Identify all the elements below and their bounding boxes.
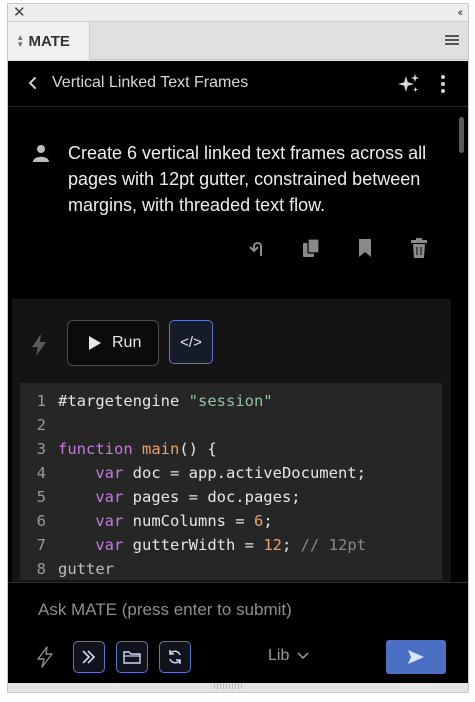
composer: Lib	[8, 582, 468, 683]
send-icon	[408, 650, 424, 664]
code-line: 5 var pages = doc.pages;	[36, 488, 301, 506]
resize-grip[interactable]	[214, 683, 244, 689]
panel-titlebar: ✕ ‹‹	[8, 4, 468, 22]
tab-label: MATE	[28, 32, 70, 50]
chat-title: Vertical Linked Text Frames	[52, 74, 249, 91]
tab-reorder-icon: ▴ ▾	[18, 32, 23, 49]
code-line: 1 #targetengine "session"	[36, 392, 273, 410]
send-button[interactable]	[386, 640, 446, 674]
scrollbar-thumb[interactable]	[459, 117, 464, 153]
expand-button[interactable]	[73, 641, 105, 673]
user-message: Create 6 vertical linked text frames acr…	[68, 143, 427, 215]
copy-icon[interactable]	[300, 237, 322, 259]
undo-icon[interactable]	[246, 237, 268, 259]
refresh-button[interactable]	[159, 641, 191, 673]
sparkle-icon[interactable]	[397, 72, 421, 96]
code-editor[interactable]: 1 #targetengine "session" 2 3 function mai…	[20, 383, 442, 580]
run-button-label: Run	[112, 334, 142, 351]
message-actions	[246, 237, 430, 261]
more-options-icon[interactable]	[440, 74, 446, 94]
close-panel-icon[interactable]: ✕	[13, 4, 26, 22]
mate-panel: ✕ ‹‹ ▴ ▾ MATE Vertical Linked Text Frames	[7, 3, 469, 693]
code-line: 7 var gutterWidth = 12; // 12pt	[36, 536, 366, 554]
code-line: 2	[36, 416, 46, 434]
code-line: 8 gutter	[36, 560, 114, 578]
bookmark-icon[interactable]	[354, 237, 376, 259]
panel-tabbar: ▴ ▾ MATE	[8, 22, 468, 60]
code-line: 3 function main() {	[36, 440, 217, 458]
mate-app: Vertical Linked Text Frames Create 6 ver…	[8, 61, 468, 683]
collapse-panel-icon[interactable]: ‹‹	[458, 4, 464, 22]
run-button[interactable]: Run	[67, 320, 159, 366]
bolt-icon[interactable]	[36, 646, 54, 668]
delete-icon[interactable]	[408, 237, 430, 259]
back-arrow-icon[interactable]	[26, 74, 40, 92]
code-toggle-button[interactable]: </>	[169, 320, 213, 364]
code-line: 4 var doc = app.activeDocument;	[36, 464, 366, 482]
refresh-icon	[169, 650, 181, 664]
tab-mate[interactable]: ▴ ▾ MATE	[8, 22, 90, 60]
panel-menu-icon[interactable]	[445, 35, 459, 46]
chevron-down-icon	[297, 652, 309, 660]
bolt-icon	[32, 334, 46, 356]
code-brackets-icon: </>	[180, 333, 202, 351]
double-chevron-icon	[82, 650, 96, 664]
chat-header: Vertical Linked Text Frames	[8, 61, 468, 107]
code-line: 6 var numColumns = 6;	[36, 512, 273, 530]
play-icon	[89, 336, 101, 350]
open-folder-button[interactable]	[116, 641, 148, 673]
ask-input[interactable]	[38, 598, 438, 622]
user-avatar-icon	[33, 145, 49, 162]
library-label: Lib	[268, 647, 290, 664]
folder-icon	[123, 651, 141, 664]
library-dropdown[interactable]: Lib	[268, 647, 309, 665]
